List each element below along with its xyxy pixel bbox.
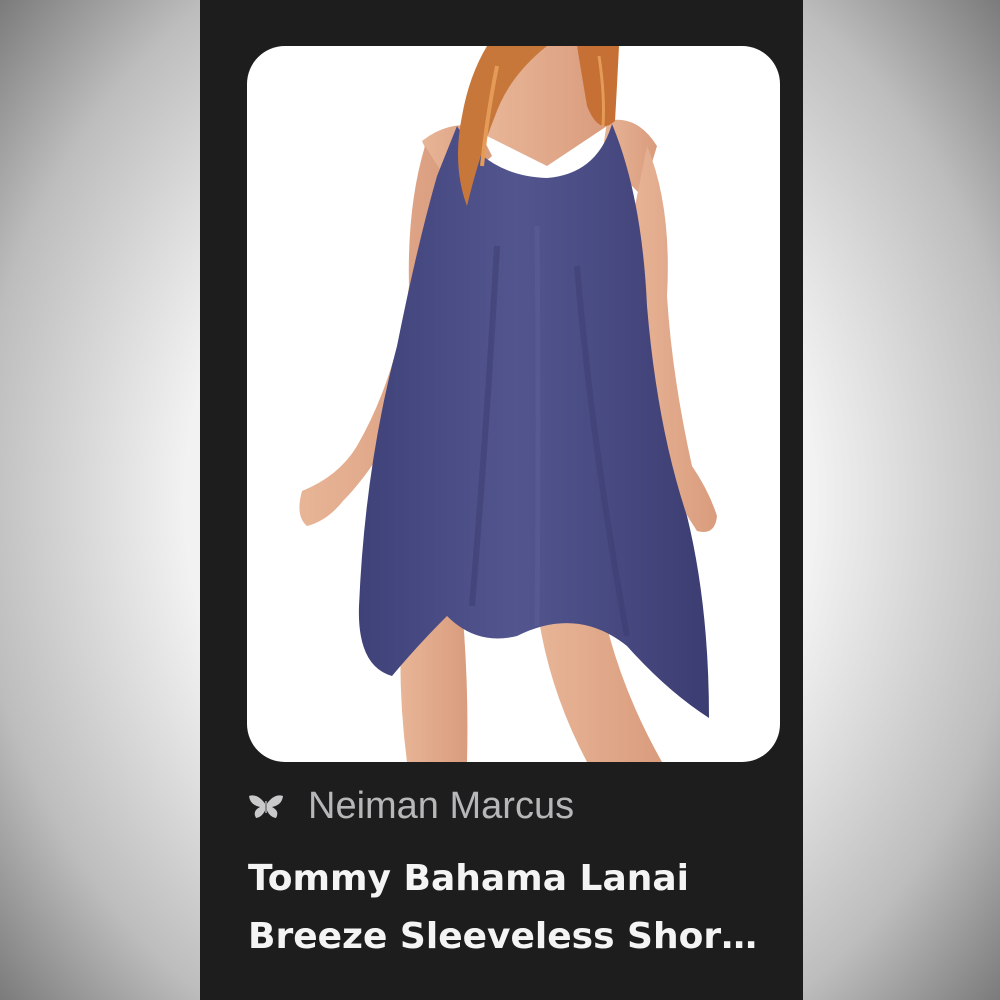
source-name[interactable]: Neiman Marcus xyxy=(308,785,574,828)
product-title[interactable]: Tommy Bahama Lanai Breeze Sleeveless Sho… xyxy=(248,850,788,966)
product-title-line-2: Breeze Sleeveless Shor… xyxy=(248,916,758,957)
butterfly-icon xyxy=(246,784,290,828)
product-title-line-1: Tommy Bahama Lanai xyxy=(248,858,690,899)
source-row[interactable]: Neiman Marcus xyxy=(246,782,574,830)
search-result-card[interactable]: Neiman Marcus Tommy Bahama Lanai Breeze … xyxy=(200,0,803,1000)
product-image[interactable] xyxy=(247,46,780,762)
